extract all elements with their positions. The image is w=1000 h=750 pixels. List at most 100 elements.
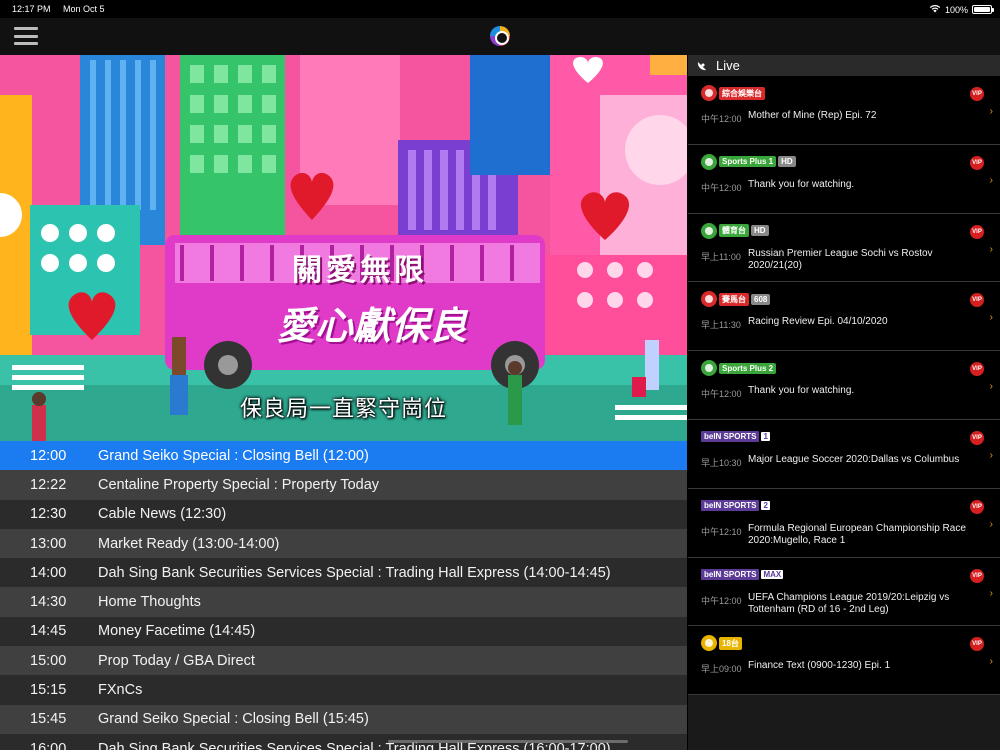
schedule-time: 15:15	[30, 682, 67, 699]
chevron-right-icon: ›	[989, 243, 993, 255]
channel-logo-icon	[701, 222, 717, 239]
status-bar: 12:17 PM Mon Oct 5 100%	[0, 0, 1000, 18]
channel-item[interactable]: 18台 VIP › 早上09:00 Finance Text (0900-1230) E…	[688, 626, 1000, 696]
schedule-row[interactable]: 13:00 Market Ready (13:00-14:00)	[0, 528, 687, 559]
schedule-row[interactable]: 15:00 Prop Today / GBA Direct	[0, 646, 687, 676]
schedule-time: 14:30	[30, 594, 67, 611]
channel-logo-icon	[701, 360, 717, 377]
bus-banner-text: 愛心獻保良	[276, 306, 467, 348]
schedule-time: 15:00	[30, 652, 67, 669]
channel-logo: 綜合娛樂台	[701, 85, 765, 101]
channel-logo: 18台	[701, 635, 742, 652]
chevron-right-icon: ›	[989, 656, 993, 668]
channel-time: 早上09:00	[701, 664, 742, 675]
channel-item[interactable]: 綜合娛樂台 VIP › 中午12:00 Mother of Mine (Rep) Epi…	[688, 76, 1000, 145]
channel-program: Thank you for watching.	[748, 385, 855, 397]
channel-time: 中午12:00	[701, 595, 742, 606]
live-header: Live	[688, 55, 1000, 76]
channel-time: 早上10:30	[701, 457, 742, 468]
wifi-icon	[929, 4, 941, 15]
schedule-row[interactable]: 12:22 Centaline Property Special : Proper…	[0, 470, 687, 500]
channel-list: 綜合娛樂台 VIP › 中午12:00 Mother of Mine (Rep) Epi…	[688, 76, 1000, 696]
channel-program: Finance Text (0900-1230) Epi. 1	[748, 660, 891, 672]
channel-time: 中午12:00	[701, 114, 742, 124]
nav-bar	[0, 18, 1000, 55]
schedule-title: Grand Seiko Special : Closing Bell (15:4…	[98, 711, 369, 728]
channel-program: Racing Review Epi. 04/10/2020	[748, 316, 888, 328]
status-time: 12:17 PM	[12, 4, 51, 14]
channel-item[interactable]: beIN SPORTS 2 VIP › 中午12:10 Formula Regional …	[688, 488, 1000, 558]
schedule-row[interactable]: 15:45 Grand Seiko Special : Closing Bell …	[0, 704, 687, 734]
schedule-title: Home Thoughts	[98, 594, 201, 611]
vip-badge-icon: VIP	[970, 224, 984, 239]
schedule-row[interactable]: 14:45 Money Facetime (14:45)	[0, 616, 687, 647]
schedule-row[interactable]: 14:00 Dah Sing Bank Securities Services S…	[0, 558, 687, 588]
vip-badge-icon: VIP	[970, 155, 984, 170]
channel-logo: 體育台 HD	[701, 222, 769, 239]
channel-logo-icon	[701, 291, 717, 308]
channel-program: Mother of Mine (Rep) Epi. 72	[748, 110, 877, 121]
channel-item[interactable]: Sports Plus 2 VIP › 中午12:00 Thank you for wa…	[688, 351, 1000, 420]
video-subtitle: 保良局一直緊守崗位	[239, 396, 447, 421]
schedule-title: Money Facetime (14:45)	[98, 623, 256, 640]
channel-time: 中午12:00	[701, 182, 742, 193]
channel-program: UEFA Champions League 2019/20:Leipzig vs…	[748, 591, 950, 616]
schedule-time: 14:00	[30, 564, 67, 581]
channel-logo-icon	[701, 635, 717, 652]
schedule-title: Prop Today / GBA Direct	[98, 652, 255, 669]
channel-program: Major League Soccer 2020:Dallas vs Colum…	[748, 453, 960, 465]
channel-logo: beIN SPORTS 1	[701, 429, 770, 445]
chevron-right-icon: ›	[989, 449, 993, 461]
channel-time: 早上11:00	[701, 251, 741, 262]
battery-icon	[972, 5, 994, 14]
schedule-row[interactable]: 14:30 Home Thoughts	[0, 587, 687, 617]
channel-logo: beIN SPORTS 2	[701, 498, 770, 514]
schedule-time: 15:45	[30, 711, 67, 728]
chevron-right-icon: ›	[989, 381, 993, 393]
channel-time: 中午12:10	[701, 526, 742, 537]
schedule-title: FXnCs	[98, 682, 143, 699]
channel-program: Formula Regional European Championship R…	[748, 522, 966, 547]
vip-badge-icon: VIP	[970, 293, 984, 308]
vip-badge-icon: VIP	[970, 568, 984, 583]
channel-program: Russian Premier League Sochi vs Rostov 2…	[748, 247, 933, 272]
schedule-list: 12:00 Grand Seiko Special : Closing Bell …	[0, 441, 687, 750]
bus-sign-text: 關愛無限	[292, 254, 428, 287]
schedule-row[interactable]: 15:15 FXnCs	[0, 675, 687, 705]
channel-item[interactable]: Sports Plus 1 HD VIP › 中午12:00 Thank you for …	[688, 144, 1000, 214]
channel-time: 中午12:00	[701, 389, 742, 400]
chevron-right-icon: ›	[989, 587, 993, 599]
chevron-right-icon: ›	[989, 518, 993, 530]
channel-logo: 賽馬台 608	[701, 291, 771, 308]
channel-logo: Sports Plus 2	[701, 360, 777, 377]
channel-item[interactable]: 賽馬台 608 VIP › 早上11:30 Racing Review Epi. 04/1…	[688, 282, 1000, 352]
live-panel: Live 綜合娛樂台 VIP › 中午12:00 Mother of Mine (Rep…	[687, 55, 1000, 750]
schedule-title: Grand Seiko Special : Closing Bell (12:0…	[98, 447, 369, 464]
channel-item[interactable]: 體育台 HD VIP › 早上11:00 Russian Premier League S…	[688, 213, 1000, 283]
hamburger-menu-icon[interactable]	[14, 27, 38, 45]
vip-badge-icon: VIP	[970, 362, 984, 377]
channel-item[interactable]: beIN SPORTS 1 VIP › 早上10:30 Major League Socc…	[688, 419, 1000, 489]
schedule-time: 12:30	[30, 506, 67, 523]
vip-badge-icon: VIP	[970, 87, 984, 101]
schedule-scrollbar[interactable]	[388, 740, 628, 743]
schedule-time: 16:00	[30, 740, 67, 750]
status-date: Mon Oct 5	[63, 4, 105, 14]
satellite-dish-icon	[696, 60, 708, 72]
schedule-row[interactable]: 12:00 Grand Seiko Special : Closing Bell …	[0, 441, 687, 471]
chevron-right-icon: ›	[989, 312, 993, 324]
live-title: Live	[716, 58, 740, 73]
channel-item[interactable]: beIN SPORTS MAX VIP › 中午12:00 UEFA Champions …	[688, 557, 1000, 627]
chevron-right-icon: ›	[989, 174, 993, 186]
schedule-title: Market Ready (13:00-14:00)	[98, 535, 280, 552]
chevron-right-icon: ›	[989, 106, 993, 117]
video-player[interactable]: 關愛無限 愛心獻保良 保良局一直緊守崗位	[0, 55, 687, 441]
schedule-time: 12:00	[30, 447, 67, 464]
schedule-time: 14:45	[30, 623, 67, 640]
schedule-time: 12:22	[30, 476, 67, 493]
channel-logo-icon	[701, 85, 717, 101]
channel-logo: Sports Plus 1 HD	[701, 153, 796, 170]
schedule-row[interactable]: 12:30 Cable News (12:30)	[0, 499, 687, 529]
schedule-title: Centaline Property Special : Property To…	[98, 476, 380, 493]
channel-program: Thank you for watching.	[748, 178, 855, 190]
